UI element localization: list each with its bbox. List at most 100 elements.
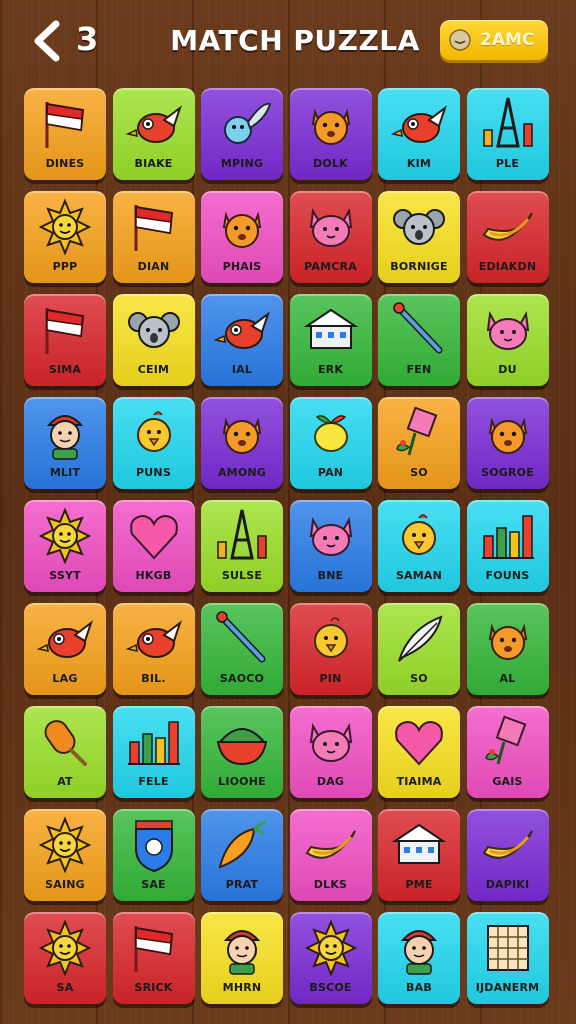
bird-icon (125, 105, 182, 143)
tile-label: PRAT (225, 878, 259, 891)
puzzle-tile[interactable]: BSCOE (289, 912, 372, 1004)
tile-label: CEIM (137, 363, 170, 376)
puzzle-tile[interactable]: ERK (289, 294, 372, 386)
tile-label: LAG (52, 672, 78, 685)
puzzle-tile[interactable]: BNE (289, 500, 372, 592)
fox-icon (222, 211, 262, 248)
puzzle-tile[interactable]: HKGB (112, 500, 195, 592)
tile-label: LIOOHE (218, 775, 266, 788)
bar-chart-icon (481, 515, 534, 559)
puzzle-tile[interactable]: DAPIKI (466, 809, 549, 901)
puzzle-tile[interactable]: DOLK (289, 88, 372, 180)
wand-icon (216, 611, 266, 663)
puzzle-tile[interactable]: TIAIMA (378, 706, 460, 798)
sun-icon (304, 919, 357, 976)
puzzle-tile[interactable]: DINES (24, 88, 106, 180)
fox-icon (488, 417, 527, 454)
puzzle-tile[interactable]: LIOOHE (201, 706, 283, 798)
tile-label: AL (499, 672, 516, 685)
puzzle-tile[interactable]: PME (378, 809, 460, 901)
puzzle-tile[interactable]: SRICK (112, 912, 195, 1004)
sun-icon (38, 816, 92, 873)
puzzle-tile[interactable]: DLKS (289, 809, 372, 901)
puzzle-tile[interactable]: FEN (378, 294, 460, 386)
lemon-icon (313, 415, 348, 452)
puzzle-tile[interactable]: SULSE (201, 500, 283, 592)
puzzle-tile[interactable]: SA (24, 912, 106, 1004)
puzzle-tile[interactable]: PHAIS (201, 191, 283, 283)
tile-label: DAG (316, 775, 345, 788)
puzzle-tile[interactable]: AL (466, 603, 549, 695)
tile-label: BAB (406, 981, 432, 994)
tile-label: PPP (52, 260, 78, 273)
flower-icon (484, 715, 526, 765)
puzzle-tile[interactable]: BAB (378, 912, 460, 1004)
coin-counter-button[interactable]: 2AMC (440, 20, 548, 60)
fox-icon (311, 108, 350, 145)
puzzle-tile[interactable]: SAING (24, 809, 106, 901)
puzzle-tile[interactable]: SAE (112, 809, 195, 901)
bird-icon (390, 105, 447, 143)
grid-icon (486, 925, 529, 971)
person-icon (46, 415, 84, 460)
puzzle-tile[interactable]: LAG (24, 603, 106, 695)
puzzle-tile[interactable]: BORNIGE (378, 191, 460, 283)
puzzle-tile[interactable]: SAOCO (201, 603, 283, 695)
puzzle-tile[interactable]: CEIM (112, 294, 195, 386)
bird-icon (213, 311, 270, 349)
puzzle-tile[interactable]: PIN (289, 603, 372, 695)
puzzle-tile[interactable]: MLIT (24, 397, 106, 489)
puzzle-tile[interactable]: PAN (289, 397, 372, 489)
puzzle-tile[interactable]: MHRN (201, 912, 283, 1004)
puzzle-tile[interactable]: SAMAN (378, 500, 460, 592)
tile-label: DINES (45, 157, 85, 170)
puzzle-tile[interactable]: AMONG (201, 397, 283, 489)
puzzle-tile[interactable]: BIAKE (112, 88, 195, 180)
tile-label: SAMAN (395, 569, 443, 582)
puzzle-tile[interactable]: EDIAKDN (466, 191, 549, 283)
puzzle-tile[interactable]: PUNS (112, 397, 195, 489)
puzzle-tile[interactable]: IAL (201, 294, 283, 386)
puzzle-tile[interactable]: PAMCRA (289, 191, 372, 283)
tile-label: AMONG (217, 466, 267, 479)
tile-label: GAIS (492, 775, 523, 788)
tile-label: PAMCRA (304, 260, 357, 273)
puzzle-tile[interactable]: DU (466, 294, 549, 386)
house-icon (303, 308, 358, 349)
puzzle-tile[interactable]: DAG (289, 706, 372, 798)
puzzle-tile[interactable]: SOGROE (466, 397, 549, 489)
puzzle-tile[interactable]: FOUNS (466, 500, 549, 592)
koala-icon (127, 312, 180, 348)
tile-label: PLE (495, 157, 520, 170)
tile-label: FELE (138, 775, 169, 788)
puzzle-tile[interactable]: AT (24, 706, 106, 798)
flag-icon (45, 102, 85, 148)
puzzle-tile[interactable]: FELE (112, 706, 195, 798)
puzzle-tile[interactable]: GAIS (466, 706, 549, 798)
heart-icon (129, 514, 178, 560)
puzzle-tile[interactable]: SIMA (24, 294, 106, 386)
puzzle-tile[interactable]: IJDANERM (466, 912, 549, 1004)
tile-label: PME (405, 878, 433, 891)
puzzle-tile[interactable]: SSYT (24, 500, 106, 592)
puzzle-tile[interactable]: MPING (201, 88, 283, 180)
tile-label: IAL (231, 363, 253, 376)
tile-label: SULSE (221, 569, 263, 582)
tile-label: PAN (317, 466, 344, 479)
coin-count: 2AMC (480, 30, 535, 50)
back-arrow-icon[interactable] (30, 20, 64, 62)
tile-label: SOGROE (481, 466, 534, 479)
top-bar: 3 MATCH PUZZLA 2AMC (0, 0, 576, 82)
puzzle-tile[interactable]: SO (378, 397, 460, 489)
puzzle-tile[interactable]: BIL. (112, 603, 195, 695)
tile-label: TIAIMA (396, 775, 442, 788)
puzzle-tile[interactable]: KIM (378, 88, 460, 180)
tile-label: PIN (319, 672, 342, 685)
puzzle-tile[interactable]: SO (378, 603, 460, 695)
carrot-icon (218, 819, 267, 869)
puzzle-tile[interactable]: DIAN (112, 191, 195, 283)
puzzle-tile[interactable]: PPP (24, 191, 106, 283)
puzzle-tile[interactable]: PLE (466, 88, 549, 180)
bird-icon (36, 620, 93, 658)
puzzle-tile[interactable]: PRAT (201, 809, 283, 901)
